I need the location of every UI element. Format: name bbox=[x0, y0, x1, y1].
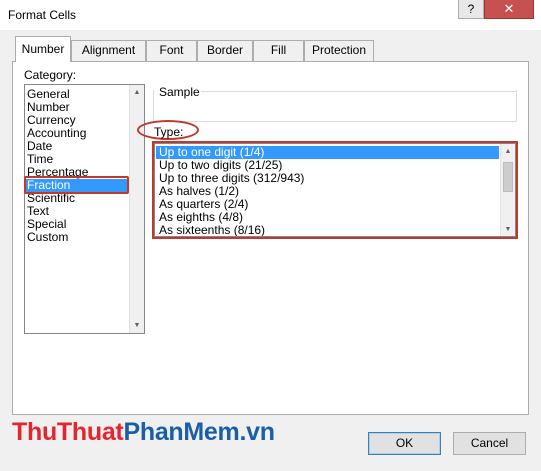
category-scrollbar[interactable]: ▲ ▼ bbox=[129, 85, 144, 333]
tab-alignment[interactable]: Alignment bbox=[71, 40, 146, 61]
category-label: Category: bbox=[24, 68, 77, 82]
type-item-sixteenths[interactable]: As sixteenths (8/16) bbox=[159, 224, 265, 237]
scroll-up-icon[interactable]: ▲ bbox=[501, 147, 515, 156]
scroll-thumb[interactable] bbox=[503, 162, 513, 192]
cancel-button[interactable]: Cancel bbox=[453, 432, 526, 455]
watermark-part2: PhanMem bbox=[123, 418, 240, 446]
tab-border[interactable]: Border bbox=[197, 40, 253, 61]
tab-fill[interactable]: Fill bbox=[253, 40, 304, 61]
category-item-custom[interactable]: Custom bbox=[27, 231, 68, 244]
close-button[interactable]: ✕ bbox=[484, 0, 534, 19]
type-list[interactable]: Up to one digit (1/4) Up to two digits (… bbox=[154, 143, 516, 237]
category-list[interactable]: General Number Currency Accounting Date … bbox=[24, 84, 145, 334]
ok-button[interactable]: OK bbox=[368, 432, 441, 455]
watermark-logo: ThuThuatPhanMem.vn bbox=[12, 418, 275, 447]
scroll-up-icon[interactable]: ▲ bbox=[130, 88, 144, 97]
tab-number[interactable]: Number bbox=[15, 36, 71, 62]
tab-font[interactable]: Font bbox=[146, 40, 197, 61]
help-button[interactable]: ? bbox=[458, 0, 484, 19]
watermark-part3: .vn bbox=[239, 418, 275, 446]
scroll-down-icon[interactable]: ▼ bbox=[130, 321, 144, 330]
sample-box bbox=[153, 90, 517, 122]
tab-protection[interactable]: Protection bbox=[304, 40, 374, 61]
fraction-highlight-box bbox=[24, 176, 129, 194]
type-scrollbar[interactable]: ▲ ▼ bbox=[500, 144, 515, 236]
type-label: Type: bbox=[154, 125, 184, 139]
window-title: Format Cells bbox=[8, 8, 77, 22]
watermark-part1: ThuThuat bbox=[12, 418, 124, 446]
scroll-down-icon[interactable]: ▼ bbox=[501, 225, 515, 234]
